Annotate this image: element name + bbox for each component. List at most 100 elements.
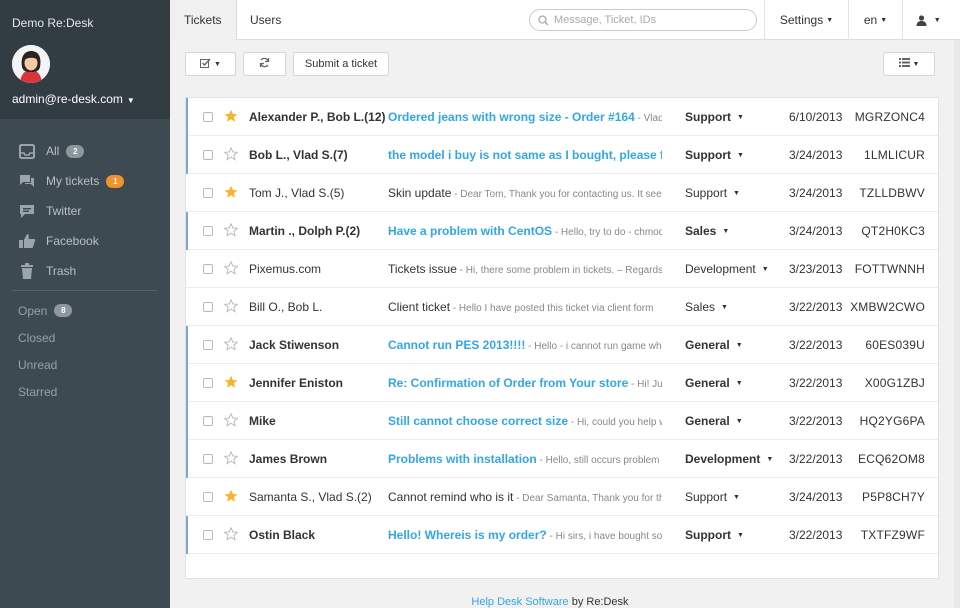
refresh-button[interactable] <box>243 52 286 76</box>
user-menu[interactable]: admin@re-desk.com ▼ <box>12 92 135 106</box>
category-dropdown[interactable]: Support ▼ <box>685 516 744 555</box>
ticket-date: 3/22/2013 <box>789 300 843 314</box>
category-dropdown[interactable]: Support ▼ <box>685 98 744 137</box>
star-outline-icon[interactable] <box>223 450 239 465</box>
row-checkbox[interactable] <box>203 530 213 540</box>
row-checkbox[interactable] <box>203 378 213 388</box>
ticket-subject[interactable]: Cannot remind who is it - Dear Samanta, … <box>388 478 662 518</box>
sidebar-item-label: My tickets <box>46 174 100 188</box>
row-checkbox[interactable] <box>203 416 213 426</box>
ticket-toolbar: ▼ Submit a ticket ▼ <box>185 52 939 76</box>
ticket-subject[interactable]: the model i buy is not same as I bought,… <box>388 136 662 176</box>
star-outline-icon[interactable] <box>223 526 239 541</box>
row-checkbox[interactable] <box>203 454 213 464</box>
category-dropdown[interactable]: Development ▼ <box>685 440 773 479</box>
sidebar-item-all[interactable]: All 2 <box>0 136 170 166</box>
sidebar-item-trash[interactable]: Trash <box>0 256 170 286</box>
category-dropdown[interactable]: Development ▼ <box>685 250 769 289</box>
star-outline-icon[interactable] <box>223 412 239 427</box>
search-input[interactable] <box>554 14 744 26</box>
category-dropdown[interactable]: Sales ▼ <box>685 288 728 327</box>
subject-text: the model i buy is not same as I bought,… <box>388 148 662 162</box>
ticket-row[interactable]: Alexander P., Bob L.(12) Ordered jeans wi… <box>186 98 938 136</box>
ticket-date: 3/24/2013 <box>789 224 843 238</box>
caret-down-icon: ▼ <box>733 493 740 501</box>
ticket-subject[interactable]: Problems with installation - Hello, stil… <box>388 440 662 480</box>
ticket-row[interactable]: Samanta S., Vlad S.(2) Cannot remind who … <box>186 478 938 516</box>
message-preview: - Hello I have posted this ticket via cl… <box>450 303 654 314</box>
star-outline-icon[interactable] <box>223 222 239 237</box>
star-filled-icon[interactable] <box>224 109 238 123</box>
tab-users[interactable]: Users <box>236 0 295 40</box>
ticket-id: MGRZONC4 <box>854 110 925 124</box>
ticket-date: 3/22/2013 <box>789 528 843 542</box>
ticket-subject[interactable]: Have a problem with CentOS - Hello, try … <box>388 212 662 252</box>
ticket-row[interactable]: Bill O., Bob L. Client ticket - Hello I h… <box>186 288 938 326</box>
sidebar-item-facebook[interactable]: Facebook <box>0 226 170 256</box>
ticket-row[interactable]: Martin ., Dolph P.(2) Have a problem with… <box>186 212 938 250</box>
ticket-row[interactable]: Tom J., Vlad S.(5) Skin update - Dear Tom… <box>186 174 938 212</box>
ticket-row[interactable]: James Brown Problems with installation - … <box>186 440 938 478</box>
category-dropdown[interactable]: Support ▼ <box>685 478 740 517</box>
category-label: General <box>685 414 730 428</box>
ticket-row[interactable]: Ostin Black Hello! Whereis is my order? -… <box>186 516 938 554</box>
ticket-subject[interactable]: Tickets issue - Hi, there some problem i… <box>388 250 662 290</box>
ticket-subject[interactable]: Ordered jeans with wrong size - Order #1… <box>388 98 662 138</box>
star-outline-icon[interactable] <box>223 336 239 351</box>
category-dropdown[interactable]: Support ▼ <box>685 136 744 175</box>
row-checkbox[interactable] <box>203 226 213 236</box>
star-outline-icon[interactable] <box>223 260 239 275</box>
ticket-subject[interactable]: Re: Confirmation of Order from Your stor… <box>388 364 662 404</box>
category-dropdown[interactable]: General ▼ <box>685 402 743 441</box>
user-account-menu[interactable]: ▼ <box>902 0 954 40</box>
ticket-id: QT2H0KC3 <box>861 224 925 238</box>
category-dropdown[interactable]: General ▼ <box>685 364 743 403</box>
star-filled-icon[interactable] <box>224 375 238 389</box>
star-filled-icon[interactable] <box>224 489 238 503</box>
row-checkbox[interactable] <box>203 492 213 502</box>
select-menu-button[interactable]: ▼ <box>185 52 236 76</box>
star-outline-icon[interactable] <box>223 298 239 313</box>
filter-closed[interactable]: Closed <box>0 324 170 351</box>
ticket-date: 3/22/2013 <box>789 414 843 428</box>
ticket-subject[interactable]: Client ticket - Hello I have posted this… <box>388 288 662 328</box>
row-checkbox[interactable] <box>203 112 213 122</box>
tab-tickets[interactable]: Tickets <box>170 0 237 40</box>
subject-text: Still cannot choose correct size <box>388 414 569 428</box>
row-checkbox[interactable] <box>203 302 213 312</box>
comment-icon <box>18 203 36 219</box>
sidebar-item-twitter[interactable]: Twitter <box>0 196 170 226</box>
avatar-image <box>12 45 50 83</box>
language-menu[interactable]: en ▼ <box>848 0 902 40</box>
ticket-row[interactable]: Jack Stiwenson Cannot run PES 2013!!!! - … <box>186 326 938 364</box>
ticket-sender: Jennifer Eniston <box>249 376 344 390</box>
ticket-subject[interactable]: Skin update - Dear Tom, Thank you for co… <box>388 174 662 214</box>
sidebar-item-my-tickets[interactable]: My tickets 1 <box>0 166 170 196</box>
ticket-subject[interactable]: Cannot run PES 2013!!!! - Hello - i cann… <box>388 326 662 366</box>
footer-link[interactable]: Help Desk Software <box>471 596 568 608</box>
filter-starred[interactable]: Starred <box>0 378 170 405</box>
ticket-row[interactable]: Pixemus.com Tickets issue - Hi, there som… <box>186 250 938 288</box>
row-checkbox[interactable] <box>203 188 213 198</box>
ticket-row[interactable]: Jennifer Eniston Re: Confirmation of Orde… <box>186 364 938 402</box>
filter-open[interactable]: Open 8 <box>0 297 170 324</box>
star-outline-icon[interactable] <box>223 146 239 161</box>
ticket-subject[interactable]: Still cannot choose correct size - Hi, c… <box>388 402 662 442</box>
row-checkbox[interactable] <box>203 264 213 274</box>
star-filled-icon[interactable] <box>224 185 238 199</box>
ticket-row[interactable]: Bob L., Vlad S.(7) the model i buy is not… <box>186 136 938 174</box>
submit-ticket-button[interactable]: Submit a ticket <box>293 52 389 76</box>
category-dropdown[interactable]: General ▼ <box>685 326 743 365</box>
scrollbar[interactable] <box>954 40 960 608</box>
ticket-subject[interactable]: Hello! Whereis is my order? - Hi sirs, i… <box>388 516 662 556</box>
ticket-row[interactable]: Mike Still cannot choose correct size - H… <box>186 402 938 440</box>
settings-menu[interactable]: Settings ▼ <box>764 0 848 40</box>
avatar[interactable] <box>12 45 50 83</box>
subject-text: Skin update <box>388 186 452 200</box>
view-options-button[interactable]: ▼ <box>883 52 935 76</box>
row-checkbox[interactable] <box>203 150 213 160</box>
category-dropdown[interactable]: Support ▼ <box>685 174 740 213</box>
row-checkbox[interactable] <box>203 340 213 350</box>
category-dropdown[interactable]: Sales ▼ <box>685 212 729 251</box>
filter-unread[interactable]: Unread <box>0 351 170 378</box>
